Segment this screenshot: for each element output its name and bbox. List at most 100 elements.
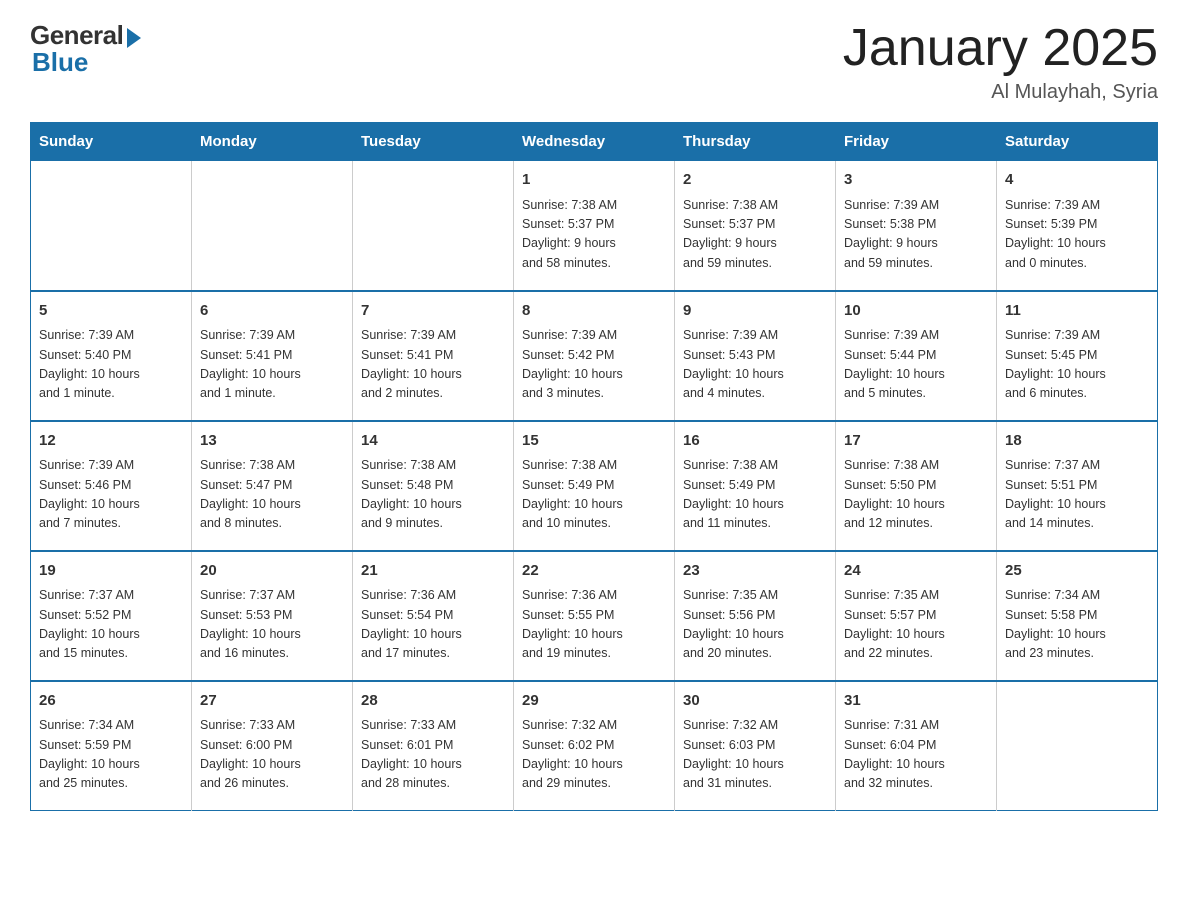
day-cell-2-5: 17Sunrise: 7:38 AMSunset: 5:50 PMDayligh… xyxy=(836,421,997,551)
day-number: 24 xyxy=(844,560,988,583)
day-number: 29 xyxy=(522,690,666,713)
day-info: Sunrise: 7:39 AMSunset: 5:39 PMDaylight:… xyxy=(1005,196,1149,274)
day-cell-3-1: 20 Sunrise: 7:37 AMSunset: 5:53 PMDayligh… xyxy=(192,551,353,681)
day-info: Sunrise: 7:39 AMSunset: 5:46 PMDaylight:… xyxy=(39,456,183,534)
day-cell-4-5: 31 Sunrise: 7:31 AMSunset: 6:04 PMDayligh… xyxy=(836,681,997,811)
logo: General Blue xyxy=(30,20,141,78)
day-number: 26 xyxy=(39,690,183,713)
day-cell-4-4: 30Sunrise: 7:32 AMSunset: 6:03 PMDayligh… xyxy=(675,681,836,811)
header-col-saturday: Saturday xyxy=(997,123,1158,161)
day-number: 13 xyxy=(200,430,344,453)
day-number: 15 xyxy=(522,430,666,453)
day-info: Sunrise: 7:39 AMSunset: 5:44 PMDaylight:… xyxy=(844,326,988,404)
day-number: 11 xyxy=(1005,300,1149,323)
week-row-5: 26 Sunrise: 7:34 AMSunset: 5:59 PMDayligh… xyxy=(31,681,1158,811)
day-cell-4-2: 28Sunrise: 7:33 AMSunset: 6:01 PMDayligh… xyxy=(353,681,514,811)
day-cell-2-2: 14Sunrise: 7:38 AMSunset: 5:48 PMDayligh… xyxy=(353,421,514,551)
day-cell-2-6: 18 Sunrise: 7:37 AMSunset: 5:51 PMDayligh… xyxy=(997,421,1158,551)
day-info: Sunrise: 7:36 AMSunset: 5:55 PMDaylight:… xyxy=(522,586,666,664)
day-number: 30 xyxy=(683,690,827,713)
day-info: Sunrise: 7:39 AMSunset: 5:42 PMDaylight:… xyxy=(522,326,666,404)
day-number: 17 xyxy=(844,430,988,453)
day-number: 27 xyxy=(200,690,344,713)
day-cell-1-5: 10Sunrise: 7:39 AMSunset: 5:44 PMDayligh… xyxy=(836,291,997,421)
day-cell-0-1 xyxy=(192,161,353,291)
day-info: Sunrise: 7:38 AMSunset: 5:37 PMDaylight:… xyxy=(683,196,827,274)
day-number: 31 xyxy=(844,690,988,713)
day-number: 7 xyxy=(361,300,505,323)
day-number: 4 xyxy=(1005,169,1149,192)
day-info: Sunrise: 7:35 AMSunset: 5:56 PMDaylight:… xyxy=(683,586,827,664)
day-info: Sunrise: 7:35 AMSunset: 5:57 PMDaylight:… xyxy=(844,586,988,664)
day-number: 9 xyxy=(683,300,827,323)
day-number: 28 xyxy=(361,690,505,713)
calendar-title: January 2025 xyxy=(843,20,1158,77)
day-info: Sunrise: 7:34 AMSunset: 5:58 PMDaylight:… xyxy=(1005,586,1149,664)
day-info: Sunrise: 7:31 AMSunset: 6:04 PMDaylight:… xyxy=(844,716,988,794)
header-col-wednesday: Wednesday xyxy=(514,123,675,161)
day-info: Sunrise: 7:34 AMSunset: 5:59 PMDaylight:… xyxy=(39,716,183,794)
day-cell-1-4: 9Sunrise: 7:39 AMSunset: 5:43 PMDaylight… xyxy=(675,291,836,421)
day-info: Sunrise: 7:39 AMSunset: 5:41 PMDaylight:… xyxy=(361,326,505,404)
day-cell-0-5: 3 Sunrise: 7:39 AMSunset: 5:38 PMDaylight… xyxy=(836,161,997,291)
day-cell-2-0: 12 Sunrise: 7:39 AMSunset: 5:46 PMDayligh… xyxy=(31,421,192,551)
header-col-thursday: Thursday xyxy=(675,123,836,161)
calendar-header-row: SundayMondayTuesdayWednesdayThursdayFrid… xyxy=(31,123,1158,161)
day-cell-1-6: 11 Sunrise: 7:39 AMSunset: 5:45 PMDayligh… xyxy=(997,291,1158,421)
header-col-tuesday: Tuesday xyxy=(353,123,514,161)
day-info: Sunrise: 7:37 AMSunset: 5:53 PMDaylight:… xyxy=(200,586,344,664)
day-info: Sunrise: 7:39 AMSunset: 5:45 PMDaylight:… xyxy=(1005,326,1149,404)
day-cell-1-2: 7 Sunrise: 7:39 AMSunset: 5:41 PMDaylight… xyxy=(353,291,514,421)
day-number: 1 xyxy=(522,169,666,192)
day-number: 18 xyxy=(1005,430,1149,453)
day-number: 5 xyxy=(39,300,183,323)
day-info: Sunrise: 7:37 AMSunset: 5:51 PMDaylight:… xyxy=(1005,456,1149,534)
header-col-monday: Monday xyxy=(192,123,353,161)
page-header: General Blue January 2025 Al Mulayhah, S… xyxy=(30,20,1158,104)
day-number: 20 xyxy=(200,560,344,583)
day-number: 23 xyxy=(683,560,827,583)
day-cell-1-0: 5 Sunrise: 7:39 AMSunset: 5:40 PMDaylight… xyxy=(31,291,192,421)
week-row-2: 5 Sunrise: 7:39 AMSunset: 5:40 PMDaylight… xyxy=(31,291,1158,421)
day-info: Sunrise: 7:33 AMSunset: 6:00 PMDaylight:… xyxy=(200,716,344,794)
calendar-subtitle: Al Mulayhah, Syria xyxy=(843,81,1158,104)
day-info: Sunrise: 7:38 AMSunset: 5:47 PMDaylight:… xyxy=(200,456,344,534)
day-cell-1-3: 8Sunrise: 7:39 AMSunset: 5:42 PMDaylight… xyxy=(514,291,675,421)
day-info: Sunrise: 7:39 AMSunset: 5:40 PMDaylight:… xyxy=(39,326,183,404)
day-info: Sunrise: 7:39 AMSunset: 5:41 PMDaylight:… xyxy=(200,326,344,404)
day-cell-1-1: 6 Sunrise: 7:39 AMSunset: 5:41 PMDaylight… xyxy=(192,291,353,421)
day-number: 3 xyxy=(844,169,988,192)
day-cell-2-4: 16 Sunrise: 7:38 AMSunset: 5:49 PMDayligh… xyxy=(675,421,836,551)
header-col-friday: Friday xyxy=(836,123,997,161)
day-cell-4-6 xyxy=(997,681,1158,811)
day-info: Sunrise: 7:38 AMSunset: 5:48 PMDaylight:… xyxy=(361,456,505,534)
week-row-1: 1 Sunrise: 7:38 AMSunset: 5:37 PMDaylight… xyxy=(31,161,1158,291)
day-cell-3-5: 24 Sunrise: 7:35 AMSunset: 5:57 PMDayligh… xyxy=(836,551,997,681)
day-cell-0-4: 2 Sunrise: 7:38 AMSunset: 5:37 PMDaylight… xyxy=(675,161,836,291)
title-area: January 2025 Al Mulayhah, Syria xyxy=(843,20,1158,104)
day-info: Sunrise: 7:39 AMSunset: 5:38 PMDaylight:… xyxy=(844,196,988,274)
day-info: Sunrise: 7:38 AMSunset: 5:49 PMDaylight:… xyxy=(522,456,666,534)
day-cell-0-6: 4 Sunrise: 7:39 AMSunset: 5:39 PMDaylight… xyxy=(997,161,1158,291)
day-cell-4-3: 29Sunrise: 7:32 AMSunset: 6:02 PMDayligh… xyxy=(514,681,675,811)
day-number: 25 xyxy=(1005,560,1149,583)
logo-arrow-icon xyxy=(127,28,141,48)
day-number: 16 xyxy=(683,430,827,453)
week-row-3: 12 Sunrise: 7:39 AMSunset: 5:46 PMDayligh… xyxy=(31,421,1158,551)
week-row-4: 19Sunrise: 7:37 AMSunset: 5:52 PMDayligh… xyxy=(31,551,1158,681)
day-number: 2 xyxy=(683,169,827,192)
day-number: 6 xyxy=(200,300,344,323)
day-cell-2-3: 15 Sunrise: 7:38 AMSunset: 5:49 PMDayligh… xyxy=(514,421,675,551)
day-info: Sunrise: 7:36 AMSunset: 5:54 PMDaylight:… xyxy=(361,586,505,664)
day-cell-3-3: 22Sunrise: 7:36 AMSunset: 5:55 PMDayligh… xyxy=(514,551,675,681)
day-number: 12 xyxy=(39,430,183,453)
calendar-table: SundayMondayTuesdayWednesdayThursdayFrid… xyxy=(30,122,1158,811)
day-cell-3-0: 19Sunrise: 7:37 AMSunset: 5:52 PMDayligh… xyxy=(31,551,192,681)
day-cell-3-6: 25 Sunrise: 7:34 AMSunset: 5:58 PMDayligh… xyxy=(997,551,1158,681)
day-cell-4-0: 26 Sunrise: 7:34 AMSunset: 5:59 PMDayligh… xyxy=(31,681,192,811)
day-cell-0-2 xyxy=(353,161,514,291)
day-info: Sunrise: 7:38 AMSunset: 5:49 PMDaylight:… xyxy=(683,456,827,534)
day-info: Sunrise: 7:38 AMSunset: 5:37 PMDaylight:… xyxy=(522,196,666,274)
day-cell-0-3: 1 Sunrise: 7:38 AMSunset: 5:37 PMDaylight… xyxy=(514,161,675,291)
day-info: Sunrise: 7:37 AMSunset: 5:52 PMDaylight:… xyxy=(39,586,183,664)
